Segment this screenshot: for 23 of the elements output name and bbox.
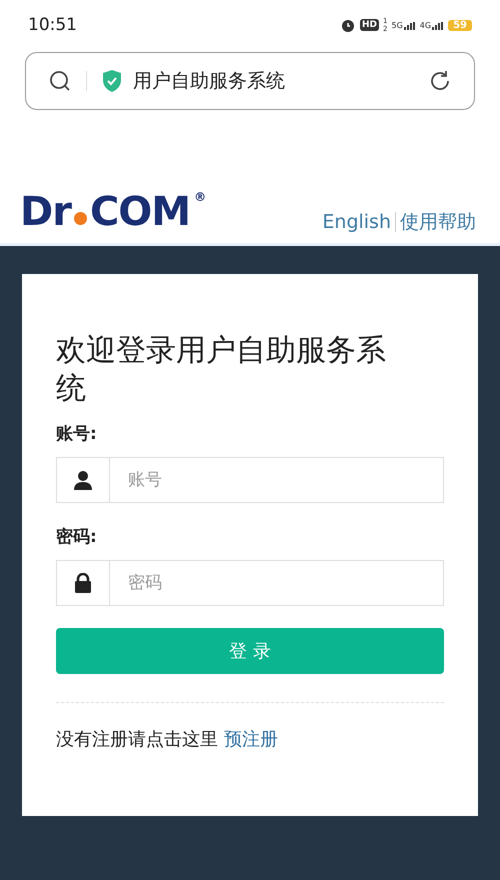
field-label: 密码: bbox=[56, 526, 98, 548]
alarm-icon bbox=[340, 17, 356, 33]
register-link[interactable]: 预注册 bbox=[224, 727, 278, 751]
login-button[interactable]: 登 录 bbox=[56, 628, 444, 674]
field-label: 账号: bbox=[56, 423, 98, 445]
search-icon[interactable] bbox=[48, 69, 72, 93]
input-field[interactable]: 密码 bbox=[110, 560, 444, 606]
reload-icon[interactable] bbox=[428, 69, 452, 93]
lock-icon bbox=[74, 573, 92, 593]
header-link[interactable]: English bbox=[322, 211, 391, 233]
battery-level: 59 bbox=[448, 20, 472, 30]
page-title: 用户自助服务系统 bbox=[133, 69, 285, 94]
network-signal: 4G bbox=[420, 20, 444, 30]
hd-badge: HD bbox=[360, 19, 380, 31]
header-link[interactable]: 使用帮助 bbox=[400, 209, 476, 235]
user-icon bbox=[73, 470, 93, 490]
register-prompt: 没有注册请点击这里 bbox=[56, 728, 218, 751]
input-field[interactable]: 账号 bbox=[110, 457, 444, 503]
login-title: 欢迎登录用户自助服务系统 bbox=[56, 332, 387, 408]
address-bar[interactable]: 用户自助服务系统 bbox=[25, 52, 475, 110]
status-time: 10:51 bbox=[28, 15, 77, 35]
logo: Dr COM$^{®}$ bbox=[20, 190, 206, 234]
network-signal: 5G bbox=[391, 20, 416, 30]
